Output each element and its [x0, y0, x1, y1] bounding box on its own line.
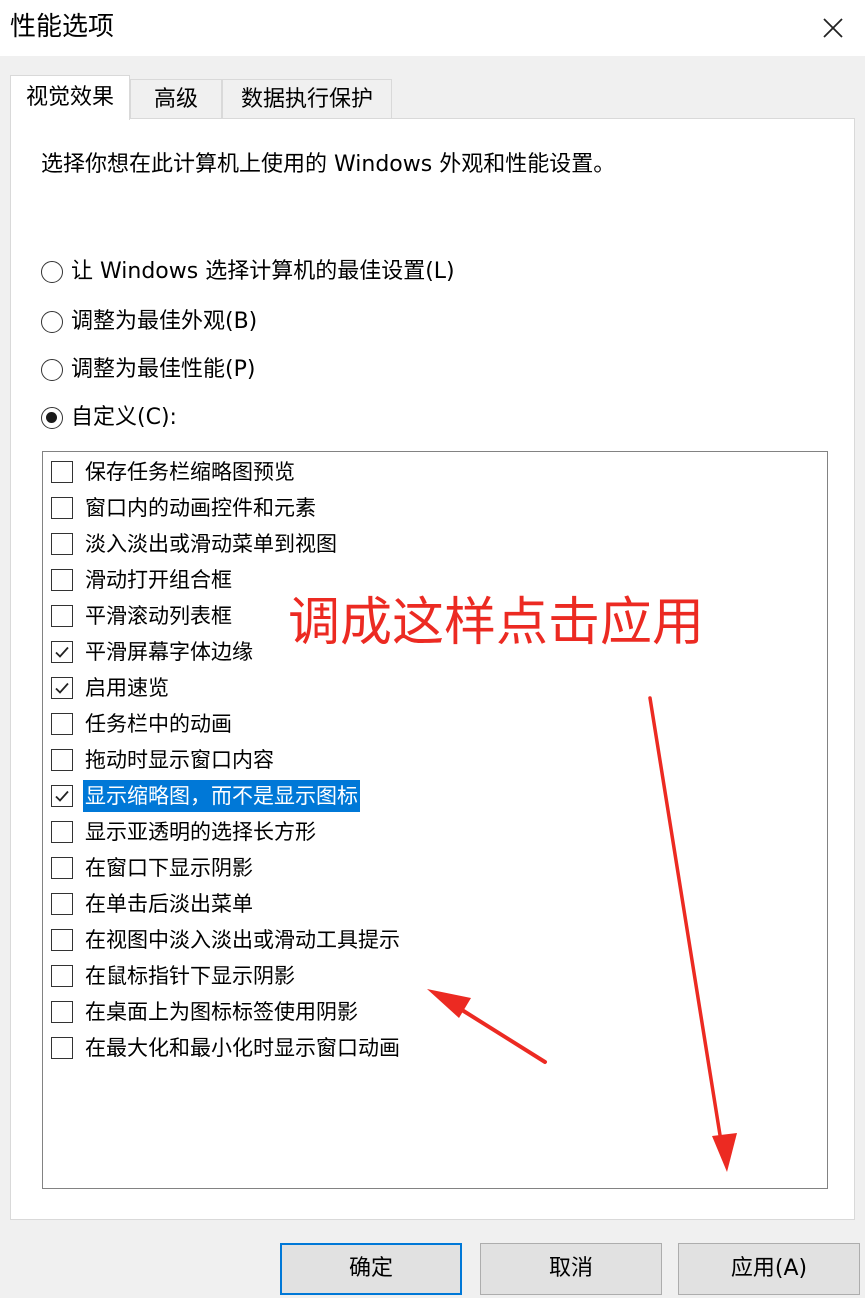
checkbox-unchecked-icon[interactable] [51, 749, 73, 771]
list-item-label: 保存任务栏缩略图预览 [85, 460, 295, 484]
list-item-label: 淡入淡出或滑动菜单到视图 [85, 532, 337, 556]
checkbox-unchecked-icon[interactable] [51, 569, 73, 591]
list-item[interactable]: 启用速览 [51, 671, 171, 705]
checkbox-unchecked-icon[interactable] [51, 533, 73, 555]
visual-effects-list[interactable]: 保存任务栏缩略图预览 窗口内的动画控件和元素 淡入淡出或滑动菜单到视图 滑动打开组合框… [42, 451, 828, 1189]
list-item-label: 在单击后淡出菜单 [85, 892, 253, 916]
cancel-button[interactable]: 取消 [480, 1243, 662, 1295]
checkbox-unchecked-icon[interactable] [51, 497, 73, 519]
radio-unchecked-icon[interactable] [41, 311, 63, 333]
list-item-label: 在桌面上为图标标签使用阴影 [85, 1000, 358, 1024]
list-item[interactable]: 平滑屏幕字体边缘 [51, 635, 255, 669]
radio-option-3[interactable]: 自定义(C): [41, 401, 177, 435]
list-item-label: 拖动时显示窗口内容 [85, 748, 274, 772]
list-item[interactable]: 在单击后淡出菜单 [51, 887, 255, 921]
list-item[interactable]: 在桌面上为图标标签使用阴影 [51, 995, 360, 1029]
list-item[interactable]: 显示亚透明的选择长方形 [51, 815, 318, 849]
radio-label: 自定义(C): [71, 405, 177, 430]
close-icon [823, 18, 843, 38]
checkbox-checked-icon[interactable] [51, 785, 73, 807]
checkbox-unchecked-icon[interactable] [51, 893, 73, 915]
tab-advanced[interactable]: 高级 [130, 79, 222, 119]
list-item[interactable]: 窗口内的动画控件和元素 [51, 491, 318, 525]
list-item-label: 显示亚透明的选择长方形 [85, 820, 316, 844]
list-item[interactable]: 在窗口下显示阴影 [51, 851, 255, 885]
list-item-label: 平滑屏幕字体边缘 [85, 640, 253, 664]
checkbox-checked-icon[interactable] [51, 641, 73, 663]
list-item[interactable]: 淡入淡出或滑动菜单到视图 [51, 527, 339, 561]
close-button[interactable] [811, 6, 855, 50]
list-item-label: 在窗口下显示阴影 [85, 856, 253, 880]
annotation-text: 调成这样点击应用 [288, 593, 705, 653]
radio-label: 调整为最佳性能(P) [71, 357, 256, 382]
list-item-label: 在鼠标指针下显示阴影 [85, 964, 295, 988]
radio-unchecked-icon[interactable] [41, 359, 63, 381]
tab-data-execution-prevention[interactable]: 数据执行保护 [222, 79, 392, 119]
list-item-label: 平滑滚动列表框 [85, 604, 232, 628]
title-bar: 性能选项 [0, 0, 865, 56]
intro-text: 选择你想在此计算机上使用的 Windows 外观和性能设置。 [41, 152, 616, 177]
radio-unchecked-icon[interactable] [41, 261, 63, 283]
checkbox-unchecked-icon[interactable] [51, 821, 73, 843]
visual-effects-panel: 选择你想在此计算机上使用的 Windows 外观和性能设置。 让 Windows… [10, 118, 855, 1220]
list-item[interactable]: 滑动打开组合框 [51, 563, 234, 597]
radio-option-2[interactable]: 调整为最佳性能(P) [41, 353, 255, 387]
radio-option-0[interactable]: 让 Windows 选择计算机的最佳设置(L) [41, 255, 455, 289]
radio-option-1[interactable]: 调整为最佳外观(B) [41, 305, 257, 339]
list-item-label: 任务栏中的动画 [85, 712, 232, 736]
apply-button[interactable]: 应用(A) [678, 1243, 860, 1295]
list-item[interactable]: 拖动时显示窗口内容 [51, 743, 276, 777]
list-item[interactable]: 在视图中淡入淡出或滑动工具提示 [51, 923, 402, 957]
checkbox-unchecked-icon[interactable] [51, 1037, 73, 1059]
list-item-label: 显示缩略图，而不是显示图标 [83, 780, 360, 812]
list-item-label: 在视图中淡入淡出或滑动工具提示 [85, 928, 400, 952]
checkbox-unchecked-icon[interactable] [51, 965, 73, 987]
checkbox-unchecked-icon[interactable] [51, 857, 73, 879]
list-item[interactable]: 显示缩略图，而不是显示图标 [51, 779, 360, 813]
list-item[interactable]: 平滑滚动列表框 [51, 599, 234, 633]
checkbox-unchecked-icon[interactable] [51, 713, 73, 735]
window-title: 性能选项 [10, 12, 115, 42]
list-item[interactable]: 保存任务栏缩略图预览 [51, 455, 297, 489]
list-item-label: 滑动打开组合框 [85, 568, 232, 592]
list-item[interactable]: 在鼠标指针下显示阴影 [51, 959, 297, 993]
list-item-label: 窗口内的动画控件和元素 [85, 496, 316, 520]
tab-visual-effects[interactable]: 视觉效果 [10, 75, 130, 120]
checkbox-unchecked-icon[interactable] [51, 605, 73, 627]
radio-label: 调整为最佳外观(B) [71, 309, 258, 334]
list-item-label: 启用速览 [85, 676, 169, 700]
checkbox-unchecked-icon[interactable] [51, 461, 73, 483]
radio-checked-icon[interactable] [41, 407, 63, 429]
checkbox-unchecked-icon[interactable] [51, 929, 73, 951]
ok-button[interactable]: 确定 [280, 1243, 462, 1295]
radio-label: 让 Windows 选择计算机的最佳设置(L) [71, 259, 455, 284]
checkbox-unchecked-icon[interactable] [51, 1001, 73, 1023]
checkbox-checked-icon[interactable] [51, 677, 73, 699]
list-item-label: 在最大化和最小化时显示窗口动画 [85, 1036, 400, 1060]
list-item[interactable]: 在最大化和最小化时显示窗口动画 [51, 1031, 402, 1065]
list-item[interactable]: 任务栏中的动画 [51, 707, 234, 741]
